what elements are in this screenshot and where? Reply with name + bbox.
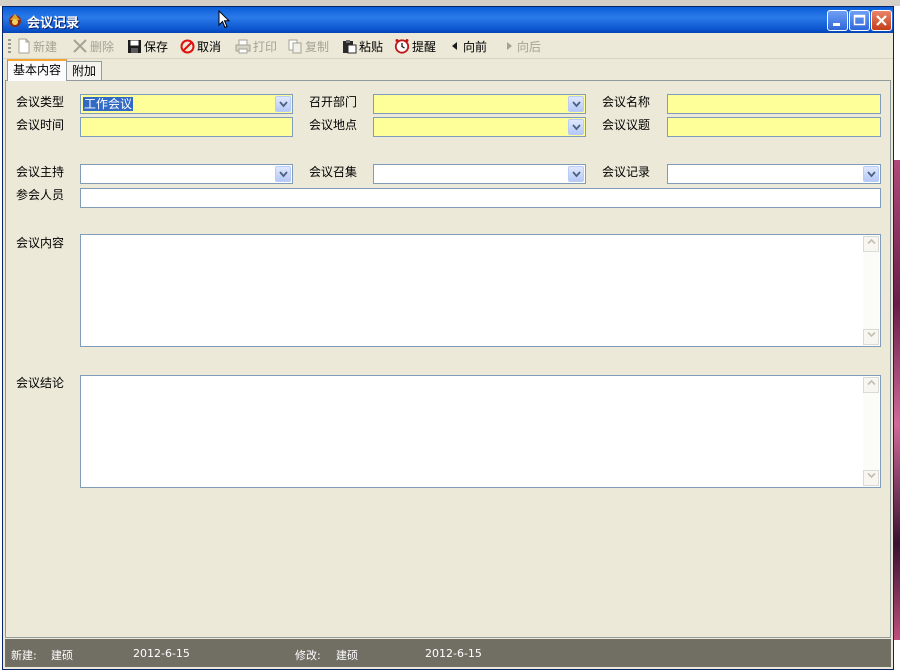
status-bar: 新建: 建硕 2012-6-15 修改: 建硕 2012-6-15 xyxy=(5,639,891,667)
mouse-pointer-icon xyxy=(218,10,230,29)
next-button[interactable]: 向后 xyxy=(503,37,541,55)
paste-button[interactable]: 粘贴 xyxy=(342,37,383,55)
chevron-down-icon xyxy=(866,331,876,338)
meeting-type-select[interactable]: 工作会议 xyxy=(80,94,293,114)
meeting-conclusion-textarea[interactable] xyxy=(80,375,881,488)
previous-button[interactable]: 向前 xyxy=(449,37,487,55)
meeting-time-input[interactable] xyxy=(80,117,293,137)
host-department-select[interactable] xyxy=(373,94,586,114)
toolbar-grip[interactable] xyxy=(8,39,11,54)
meeting-topic-label: 会议议题 xyxy=(602,118,651,132)
meeting-topic-input[interactable] xyxy=(667,117,881,137)
meeting-convener-select[interactable] xyxy=(373,164,586,184)
chevron-down-icon xyxy=(279,171,288,178)
close-icon xyxy=(876,15,887,26)
meeting-recorder-select[interactable] xyxy=(667,164,881,184)
close-button[interactable] xyxy=(871,10,892,31)
scroll-down-button[interactable] xyxy=(863,470,879,486)
copy-button[interactable]: 复制 xyxy=(288,37,329,55)
chevron-down-icon xyxy=(572,124,581,131)
alarm-clock-icon xyxy=(394,39,410,54)
meeting-location-select[interactable] xyxy=(373,117,586,137)
chevron-down-icon xyxy=(866,472,876,479)
chevron-down-icon xyxy=(572,101,581,108)
modified-date: 2012-6-15 xyxy=(425,647,482,660)
basic-content-panel: 会议类型 工作会议 召开部门 会议名称 会议时间 会议地点 会议议题 会议主持 … xyxy=(5,80,891,638)
maximize-button[interactable] xyxy=(849,10,870,31)
meeting-type-dropdown-button[interactable] xyxy=(275,96,291,112)
tab-additional[interactable]: 附加 xyxy=(66,61,103,81)
cancel-button[interactable]: 取消 xyxy=(180,37,221,55)
print-button[interactable]: 打印 xyxy=(235,37,277,55)
modified-by: 建硕 xyxy=(336,649,358,662)
save-button[interactable]: 保存 xyxy=(127,37,168,55)
new-document-icon xyxy=(18,38,30,54)
chevron-down-icon xyxy=(572,171,581,178)
minimize-button[interactable] xyxy=(827,10,848,31)
meeting-recorder-dropdown-button[interactable] xyxy=(863,166,879,182)
meeting-convener-label: 会议召集 xyxy=(309,165,358,179)
scroll-up-button[interactable] xyxy=(863,236,879,252)
window-title: 会议记录 xyxy=(27,16,80,31)
chevron-up-icon xyxy=(866,238,876,245)
app-icon xyxy=(9,14,21,27)
meeting-convener-dropdown-button[interactable] xyxy=(568,166,584,182)
host-department-label: 召开部门 xyxy=(309,95,358,109)
paste-icon xyxy=(343,39,357,53)
maximize-icon xyxy=(853,14,866,26)
modified-label: 修改: xyxy=(295,649,321,662)
triangle-left-icon xyxy=(452,42,457,50)
copy-icon xyxy=(288,39,302,53)
meeting-conclusion-scrollbar[interactable] xyxy=(863,377,879,486)
meeting-type-label: 会议类型 xyxy=(16,95,65,109)
meeting-type-value: 工作会议 xyxy=(83,97,134,111)
meeting-host-label: 会议主持 xyxy=(16,165,65,179)
printer-icon xyxy=(235,39,251,53)
floppy-save-icon xyxy=(128,39,141,53)
cancel-circle-icon xyxy=(180,39,195,53)
attendees-input[interactable] xyxy=(80,188,881,208)
meeting-host-dropdown-button[interactable] xyxy=(275,166,291,182)
chevron-up-icon xyxy=(866,379,876,386)
chevron-down-icon xyxy=(279,101,288,108)
meeting-content-textarea[interactable] xyxy=(80,234,881,347)
meeting-location-label: 会议地点 xyxy=(309,118,358,132)
delete-button[interactable]: 删除 xyxy=(72,37,114,55)
meeting-time-label: 会议时间 xyxy=(16,118,65,132)
scroll-up-button[interactable] xyxy=(863,377,879,393)
desktop-wallpaper-strip xyxy=(894,160,900,640)
new-button[interactable]: 新建 xyxy=(17,37,57,55)
scroll-down-button[interactable] xyxy=(863,329,879,345)
meeting-name-input[interactable] xyxy=(667,94,881,114)
title-bar[interactable]: 会议记录 xyxy=(3,7,893,33)
created-by: 建硕 xyxy=(51,649,73,662)
meeting-record-window: 会议记录 新建 删除 保存 取消 打印 复制 粘贴 提醒 向前 向后 基本内容 … xyxy=(2,6,894,670)
delete-x-icon xyxy=(73,39,87,53)
meeting-name-label: 会议名称 xyxy=(602,95,651,109)
toolbar: 新建 删除 保存 取消 打印 复制 粘贴 提醒 向前 向后 xyxy=(3,33,893,59)
meeting-content-scrollbar[interactable] xyxy=(863,236,879,345)
meeting-location-dropdown-button[interactable] xyxy=(568,119,584,135)
meeting-recorder-label: 会议记录 xyxy=(602,165,651,179)
reminder-button[interactable]: 提醒 xyxy=(394,37,436,55)
host-department-dropdown-button[interactable] xyxy=(568,96,584,112)
chevron-down-icon xyxy=(867,171,876,178)
meeting-host-select[interactable] xyxy=(80,164,293,184)
created-date: 2012-6-15 xyxy=(133,647,190,660)
tab-basic-content[interactable]: 基本内容 xyxy=(7,59,68,81)
attendees-label: 参会人员 xyxy=(16,188,65,202)
meeting-content-label: 会议内容 xyxy=(16,236,65,250)
minimize-icon xyxy=(833,23,840,26)
meeting-conclusion-label: 会议结论 xyxy=(16,376,65,390)
triangle-right-icon xyxy=(507,42,512,50)
created-label: 新建: xyxy=(11,649,37,662)
